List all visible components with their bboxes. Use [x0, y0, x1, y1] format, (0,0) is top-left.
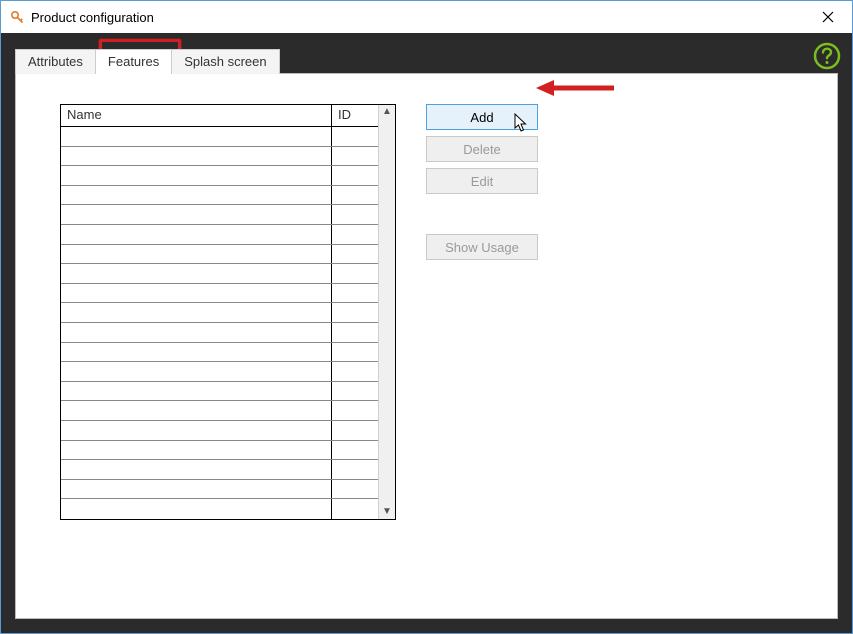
- table-row[interactable]: [61, 205, 378, 225]
- add-button[interactable]: Add: [426, 104, 538, 130]
- cell-name: [61, 421, 332, 440]
- cell-name: [61, 186, 332, 205]
- table-row[interactable]: [61, 499, 378, 519]
- cell-id: [332, 127, 378, 146]
- table-row[interactable]: [61, 343, 378, 363]
- cell-name: [61, 499, 332, 519]
- table-row[interactable]: [61, 480, 378, 500]
- tab-features[interactable]: Features: [95, 49, 172, 74]
- table-columns: Name ID: [61, 105, 378, 519]
- window-root: Product configuration Attributes Feature…: [0, 0, 853, 634]
- titlebar: Product configuration: [1, 1, 852, 33]
- cell-name: [61, 166, 332, 185]
- vertical-scrollbar[interactable]: ▲ ▼: [378, 105, 395, 519]
- table-row[interactable]: [61, 186, 378, 206]
- scroll-up-icon[interactable]: ▲: [382, 107, 392, 117]
- cell-name: [61, 127, 332, 146]
- cell-name: [61, 480, 332, 499]
- table-row[interactable]: [61, 147, 378, 167]
- table-row[interactable]: [61, 264, 378, 284]
- cell-id: [332, 225, 378, 244]
- cell-id: [332, 480, 378, 499]
- show-usage-button[interactable]: Show Usage: [426, 234, 538, 260]
- button-label: Edit: [471, 174, 493, 189]
- cell-name: [61, 460, 332, 479]
- features-table[interactable]: Name ID ▲ ▼: [60, 104, 396, 520]
- cell-name: [61, 205, 332, 224]
- table-row[interactable]: [61, 245, 378, 265]
- col-header-id[interactable]: ID: [332, 105, 378, 126]
- annotation-arrow-icon: [536, 76, 616, 100]
- table-row[interactable]: [61, 303, 378, 323]
- cell-id: [332, 284, 378, 303]
- tab-splash-screen[interactable]: Splash screen: [171, 49, 279, 74]
- cell-name: [61, 303, 332, 322]
- table-row[interactable]: [61, 460, 378, 480]
- cell-id: [332, 245, 378, 264]
- cell-id: [332, 441, 378, 460]
- table-body: [61, 127, 378, 519]
- button-label: Delete: [463, 142, 501, 157]
- cell-id: [332, 421, 378, 440]
- table-row[interactable]: [61, 323, 378, 343]
- cell-name: [61, 362, 332, 381]
- tab-panel: Name ID ▲ ▼ Add Delete Ed: [15, 73, 838, 619]
- cell-id: [332, 362, 378, 381]
- button-label: Show Usage: [445, 240, 519, 255]
- key-icon: [9, 9, 25, 25]
- cell-id: [332, 460, 378, 479]
- table-row[interactable]: [61, 225, 378, 245]
- cell-name: [61, 284, 332, 303]
- table-row[interactable]: [61, 401, 378, 421]
- cell-id: [332, 382, 378, 401]
- spacer: [426, 200, 538, 228]
- table-row[interactable]: [61, 166, 378, 186]
- tab-label: Attributes: [28, 54, 83, 69]
- close-button[interactable]: [806, 2, 850, 32]
- table-row[interactable]: [61, 362, 378, 382]
- cell-name: [61, 401, 332, 420]
- delete-button[interactable]: Delete: [426, 136, 538, 162]
- table-row[interactable]: [61, 382, 378, 402]
- button-column: Add Delete Edit Show Usage: [426, 104, 538, 598]
- cell-name: [61, 225, 332, 244]
- cell-id: [332, 147, 378, 166]
- tab-label: Splash screen: [184, 54, 266, 69]
- cell-id: [332, 186, 378, 205]
- cell-name: [61, 323, 332, 342]
- tab-attributes[interactable]: Attributes: [15, 49, 96, 74]
- scroll-down-icon[interactable]: ▼: [382, 507, 392, 517]
- window-title: Product configuration: [31, 10, 806, 25]
- cell-id: [332, 166, 378, 185]
- table-row[interactable]: [61, 441, 378, 461]
- cell-name: [61, 264, 332, 283]
- cell-id: [332, 401, 378, 420]
- col-header-name[interactable]: Name: [61, 105, 332, 126]
- cell-name: [61, 441, 332, 460]
- cell-id: [332, 205, 378, 224]
- cell-id: [332, 303, 378, 322]
- table-row[interactable]: [61, 127, 378, 147]
- dialog-body: Attributes Features Splash screen Name I…: [1, 33, 852, 633]
- cell-name: [61, 382, 332, 401]
- cell-id: [332, 323, 378, 342]
- table-header: Name ID: [61, 105, 378, 127]
- cell-id: [332, 343, 378, 362]
- cell-id: [332, 264, 378, 283]
- cell-name: [61, 245, 332, 264]
- tab-row: Attributes Features Splash screen: [15, 47, 838, 73]
- cell-name: [61, 343, 332, 362]
- cell-name: [61, 147, 332, 166]
- tab-label: Features: [108, 54, 159, 69]
- edit-button[interactable]: Edit: [426, 168, 538, 194]
- button-label: Add: [470, 110, 493, 125]
- cursor-icon: [513, 113, 531, 135]
- cell-id: [332, 499, 378, 519]
- close-icon: [822, 11, 834, 23]
- table-row[interactable]: [61, 421, 378, 441]
- table-row[interactable]: [61, 284, 378, 304]
